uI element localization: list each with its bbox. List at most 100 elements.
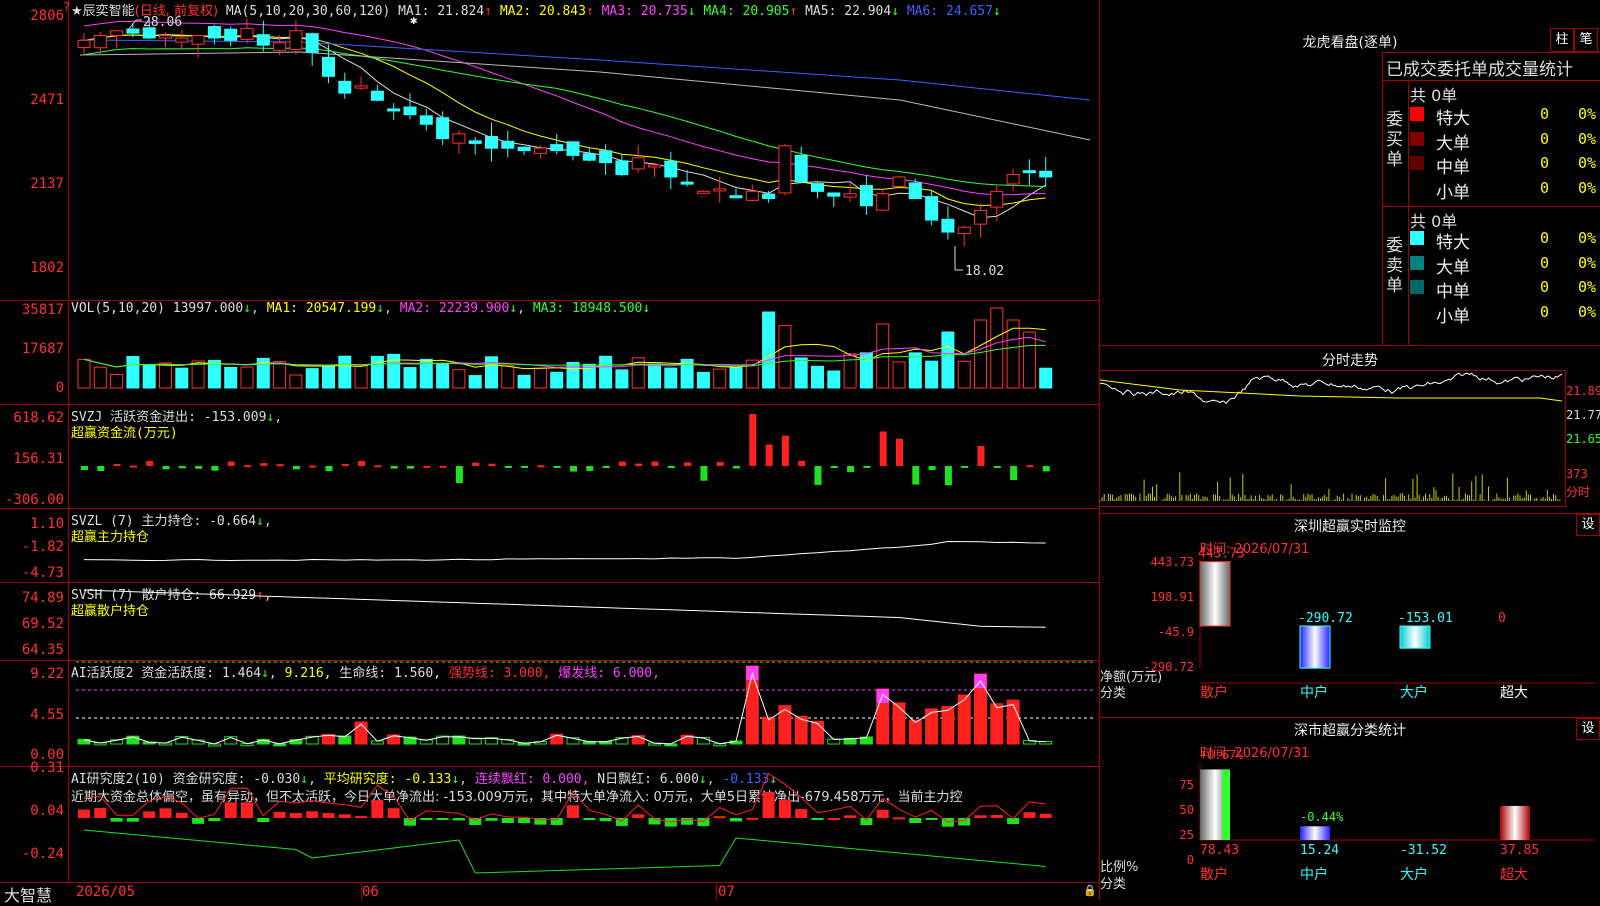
volume-bar: [713, 368, 727, 389]
svzj-bar: [700, 466, 708, 481]
svsh-panel[interactable]: SVSH (7) 散户持仓: 66.929↑, 超赢散户持仓 74.89 69.…: [0, 582, 1099, 661]
candle-body: [77, 39, 91, 49]
order-percent: 0%: [1578, 178, 1597, 197]
candle-body: [778, 145, 792, 194]
svzj-bar: [358, 461, 366, 466]
volume-chart[interactable]: [0, 300, 1099, 404]
svzj-bar: [227, 461, 235, 466]
volume-bar: [224, 366, 238, 389]
research-bar: [387, 808, 400, 818]
svzj-panel[interactable]: SVZJ 活跃资金进出: -153.009↓, 超赢资金流(万元) 618.62…: [0, 404, 1099, 509]
bar-value-label: 443.73: [1198, 547, 1245, 562]
bar-mode-button[interactable]: 柱: [1550, 28, 1574, 52]
research-bar: [289, 812, 302, 818]
svzj-bar: [847, 466, 855, 472]
volume-bar: [175, 367, 189, 389]
volume-panel[interactable]: VOL(5,10,20) 13997.000↓, MA1: 20547.199↓…: [0, 300, 1099, 405]
monitor-chart[interactable]: 443.73 散户 -290.72 中户 -153.01 大户 0 超大: [1100, 514, 1600, 718]
svzj-bar: [341, 464, 349, 467]
price-panel[interactable]: ? ★辰奕智能(日线, 前复权) MA(5,10,20,30,60,120) M…: [0, 0, 1099, 301]
research-bar: [436, 818, 449, 820]
tick-mode-button[interactable]: 笔: [1574, 28, 1598, 52]
x-label-jul: 07: [718, 884, 735, 900]
svzl-chart[interactable]: [0, 508, 1099, 582]
classify-chart[interactable]: 78.43 +0.67% 散户 15.24 -0.44% 中户 -31.52 大户 37.85 超…: [1100, 718, 1600, 901]
candle-body: [680, 181, 694, 185]
ai-active-panel[interactable]: AI活跃度2 资金活跃度: 1.464↓, 9.216, 生命线: 1.560,…: [0, 660, 1099, 767]
candle-body: [566, 141, 580, 156]
svsh-chart[interactable]: [0, 582, 1099, 660]
volume-bar: [370, 355, 384, 389]
ai-research-chart[interactable]: [0, 766, 1099, 882]
bar-value-label: 0: [1498, 611, 1506, 626]
ai-research-panel[interactable]: AI研究度2(10) 资金研究度: -0.030↓, 平均研究度: -0.133…: [0, 760, 1099, 882]
candle-body: [925, 196, 939, 221]
candle-body: [859, 184, 873, 207]
svzj-bar: [716, 461, 724, 466]
research-bar: [126, 818, 139, 822]
event-marker-icon[interactable]: ✱: [410, 13, 417, 27]
volume-bar: [876, 323, 890, 389]
candle-body: [990, 190, 1004, 208]
volume-bar: [305, 368, 319, 389]
bar-change-label: +0.67%: [1200, 748, 1244, 762]
candle-body: [485, 136, 498, 149]
research-bar: [94, 807, 107, 818]
monitor-panel[interactable]: 深圳超赢实时监控 设 时间: 2026/07/31 443.73 198.91 …: [1100, 513, 1600, 718]
volume-bar: [696, 371, 710, 389]
volume-bar: [142, 364, 156, 389]
lock-icon[interactable]: 🔒: [1083, 884, 1097, 897]
candle-body: [387, 108, 401, 112]
order-row-中单: 中单 0 0%: [1410, 277, 1600, 302]
research-bar: [175, 812, 188, 818]
candle-body: [338, 80, 352, 94]
svzl-panel[interactable]: SVZL (7) 主力持仓: -0.664↓, 超赢主力持仓 1.10 -1.8…: [0, 508, 1099, 583]
svzj-bar: [651, 461, 659, 466]
order-row-特大: 特大 0 0%: [1410, 228, 1600, 253]
order-type-label: 中单: [1436, 158, 1470, 178]
intraday-chart[interactable]: [1099, 346, 1600, 514]
svzj-bar: [390, 466, 398, 469]
brand-logo[interactable]: 大智慧: [4, 882, 52, 906]
order-percent: 0%: [1578, 278, 1597, 296]
order-row-中单: 中单 0 0%: [1410, 153, 1600, 178]
svzj-chart[interactable]: [0, 404, 1099, 508]
activity-bar: [1006, 699, 1020, 745]
order-percent: 0%: [1578, 229, 1597, 247]
research-bar: [567, 805, 579, 818]
intraday-panel[interactable]: 分时走势 21.89 21.77 21.65 373 分时: [1099, 345, 1600, 514]
category-label: 大户: [1400, 866, 1428, 883]
svzj-bar: [863, 466, 871, 468]
research-bar: [404, 818, 416, 826]
candle-body: [599, 150, 613, 164]
svzj-bar: [879, 431, 887, 466]
volume-bar: [550, 371, 564, 389]
research-bar: [241, 802, 253, 818]
svzj-bar: [896, 438, 903, 466]
svzj-bar: [178, 466, 186, 469]
candlestick-chart[interactable]: 28.06 18.02 ✱: [0, 0, 1099, 300]
dragon-panel: 龙虎看盘(逐单) 柱 笔 已成交委托单成交量统计 委买单 委卖单 共 0单 共 …: [1100, 0, 1600, 346]
candle-body: [974, 210, 987, 225]
ai-active-chart[interactable]: [0, 660, 1099, 766]
svzj-bar: [1042, 466, 1050, 472]
order-percent: 0%: [1578, 302, 1597, 321]
research-bar: [273, 811, 286, 818]
volume-bar: [615, 369, 629, 389]
volume-bar: [110, 373, 124, 389]
candle-body: [452, 133, 466, 144]
svzj-bar: [618, 461, 626, 466]
candle-body: [843, 193, 857, 198]
candle-body: [664, 160, 678, 178]
volume-bar: [452, 369, 466, 389]
research-bar: [762, 792, 775, 818]
volume-bar: [941, 331, 955, 389]
volume-bar: [517, 374, 531, 389]
candle-body: [1039, 170, 1053, 178]
activity-bar: [354, 721, 368, 745]
volume-bar: [974, 319, 987, 389]
research-bar: [420, 818, 433, 820]
svsh-line: [83, 589, 1046, 628]
classify-panel[interactable]: 深市超赢分类统计 设 时间: 2026/07/31 75 50 25 0 比例%…: [1100, 717, 1600, 901]
svzj-bar: [129, 465, 137, 468]
